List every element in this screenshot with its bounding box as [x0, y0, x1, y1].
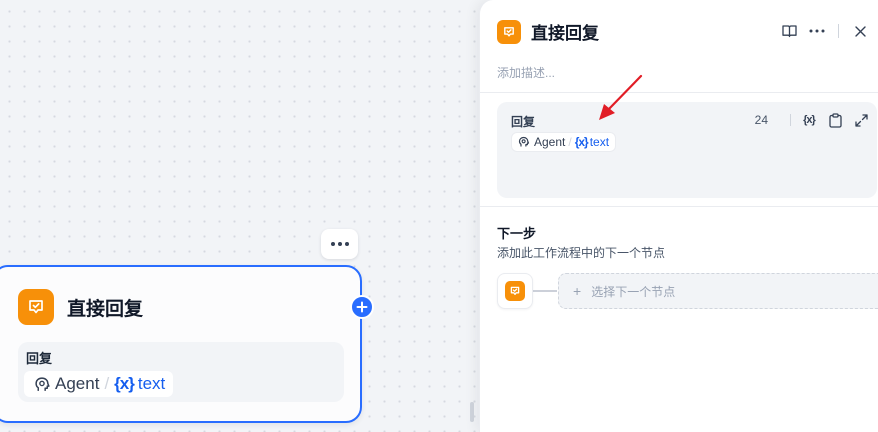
variable-name: text: [137, 374, 166, 393]
toolbar-divider: [790, 114, 791, 126]
expand-button[interactable]: [853, 112, 869, 128]
copy-button[interactable]: [827, 112, 843, 128]
node-header: 直接回复: [18, 289, 143, 325]
node-settings-panel: 直接回复 添加描述... 回复 24 {x} Agent / {x} text …: [479, 0, 878, 432]
next-step-description: 添加此工作流程中的下一个节点: [497, 246, 666, 260]
agent-brain-icon: [518, 136, 530, 147]
reply-editor[interactable]: 回复 24 {x} Agent / {x} text: [497, 102, 877, 198]
variable-name: text: [589, 135, 610, 149]
select-next-node-label: 选择下一个节点: [591, 284, 676, 299]
divider: [480, 92, 878, 93]
node-reply-preview: 回复 Agent / {x} text: [18, 342, 344, 402]
help-doc-button[interactable]: [780, 22, 798, 40]
node-title: 直接回复: [67, 298, 144, 320]
reply-node-icon: [497, 19, 521, 44]
variable-pill[interactable]: Agent / {x} text: [511, 132, 617, 152]
current-node-chip: [497, 273, 533, 309]
reply-node-icon: [505, 281, 525, 301]
more-options-button[interactable]: [808, 22, 826, 40]
variable-separator: /: [104, 374, 110, 393]
variable-icon: {x}: [574, 135, 589, 149]
dot-icon: [330, 242, 335, 246]
node-more-button[interactable]: [321, 229, 358, 259]
variable-source: Agent: [534, 135, 566, 149]
variable-icon: {x}: [114, 374, 135, 393]
reply-node-icon: [18, 289, 54, 325]
action-divider: [838, 24, 839, 38]
description-input[interactable]: 添加描述...: [497, 64, 555, 81]
more-horizontal-icon: [809, 29, 825, 33]
variable-brace-icon: {x}: [803, 114, 816, 126]
plus-icon: +: [573, 283, 582, 299]
close-icon: [854, 25, 866, 37]
insert-variable-button[interactable]: {x}: [801, 112, 817, 128]
book-open-icon: [781, 25, 797, 38]
panel-title[interactable]: 直接回复: [531, 19, 599, 44]
add-next-node-button[interactable]: [350, 295, 374, 319]
panel-header: 直接回复: [497, 19, 599, 44]
dot-icon: [337, 242, 342, 246]
expand-icon: [854, 113, 868, 127]
panel-resize-handle[interactable]: [470, 402, 474, 422]
agent-brain-icon: [35, 376, 50, 391]
divider: [480, 206, 878, 207]
node-field-label: 回复: [26, 351, 53, 366]
clipboard-icon: [828, 112, 842, 128]
connector-line: [533, 290, 557, 292]
reply-toolbar: 24 {x}: [755, 112, 869, 128]
answer-node[interactable]: 直接回复 回复 Agent / {x} text: [0, 265, 374, 423]
next-step-title: 下一步: [497, 226, 537, 241]
dot-icon: [344, 242, 349, 246]
reply-label: 回复: [511, 115, 536, 129]
variable-separator: /: [568, 135, 572, 149]
close-panel-button[interactable]: [851, 22, 869, 40]
variable-pill: Agent / {x} text: [24, 371, 174, 397]
panel-actions: [780, 22, 869, 40]
select-next-node-button[interactable]: + 选择下一个节点: [558, 273, 878, 309]
plus-icon: [356, 301, 368, 313]
variable-source: Agent: [55, 374, 100, 393]
char-count: 24: [754, 113, 768, 127]
